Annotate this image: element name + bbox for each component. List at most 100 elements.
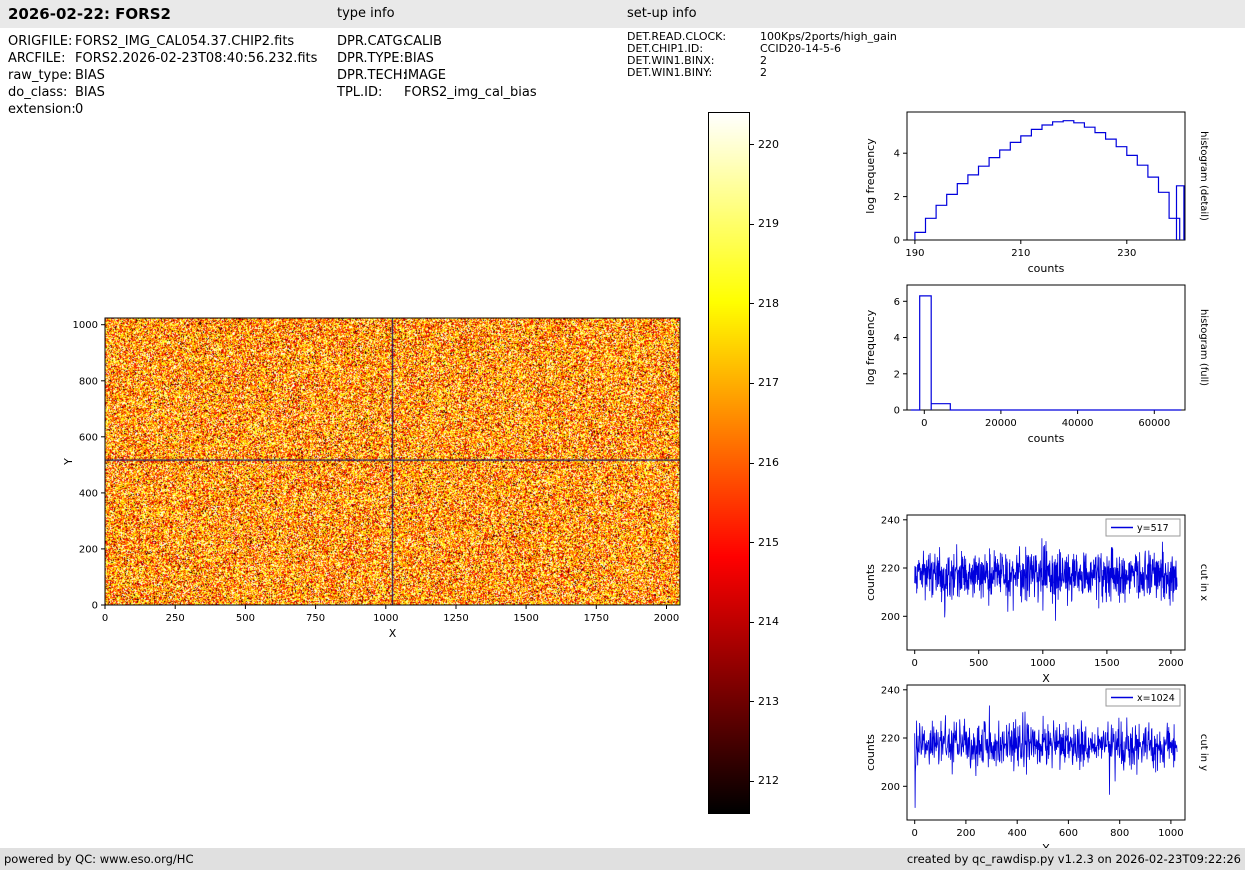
info-value: FORS2.2026-02-23T08:40:56.232.fits [75,51,318,66]
info-value: BIAS [75,85,105,100]
info-row: do_class: BIAS [8,84,317,101]
header-bar: 2026-02-22: FORS2 type info set-up info [0,0,1245,28]
info-row: DET.WIN1.BINY: 2 [627,67,897,79]
colorbar: 212 213 214 215 216 217 218 219 220 [708,112,798,817]
colorbar-tick [750,144,754,146]
y-tick-label: 2 [894,369,900,380]
x-tick-label: 20000 [985,418,1017,429]
colorbar-tick-label: 219 [758,217,779,231]
y-tick-label: 220 [881,734,900,745]
colorbar-tick-label: 217 [758,376,779,390]
side-axis-label: cut in y [1198,734,1209,771]
y-tick-label: 1000 [73,320,98,331]
colorbar-tick-label: 216 [758,456,779,469]
cut-in-x-plot: 0 500 1000 1500 2000 200 220 240 Xcounts cut in x… [862,505,1230,695]
colorbar-tick [750,780,754,782]
colorbar-tick [750,462,754,464]
info-label: DPR.TECH: [337,68,407,83]
setup-info-heading: set-up info [627,6,697,21]
y-tick-label: 220 [881,564,900,575]
histogram-full-series [910,295,1182,411]
cut-in-y-series [914,705,1178,808]
colorbar-tick [750,621,754,623]
x-axis-label: counts [1028,432,1065,445]
info-label: DPR.CATG: [337,34,407,49]
type-info-block: DPR.CATG:CALIB DPR.TYPE:BIAS DPR.TECH:IM… [337,33,537,101]
setup-info-block: DET.READ.CLOCK: 100Kps/2ports/high_gain D… [627,31,897,79]
y-tick-label: 240 [881,515,900,526]
x-axis-label: counts [1028,262,1065,275]
info-row: DPR.TYPE:BIAS [337,50,537,67]
colorbar-tick [750,223,754,225]
y-tick-label: 0 [894,236,900,247]
y-tick-label: 400 [79,488,98,499]
x-tick-label: 400 [1008,828,1027,839]
colorbar-tick [750,701,754,703]
colorbar-tick-label: 214 [758,615,779,629]
y-tick-label: 200 [881,612,900,623]
y-tick-label: 0 [894,406,900,417]
x-tick-label: 500 [969,658,988,669]
cut-in-y-plot: 02004006008001000200220240Ycountscut in … [862,675,1230,865]
x-tick-label: 1500 [513,613,538,624]
colorbar-tick [750,303,754,305]
info-row: ARCFILE: FORS2.2026-02-23T08:40:56.232.fi… [8,50,317,67]
cut-in-y-svg: 02004006008001000200220240Ycountscut in … [864,684,1209,855]
y-tick-label: 6 [894,297,900,308]
x-tick-label: 0 [912,828,918,839]
x-tick-label: 200 [956,828,975,839]
cut-in-x-series [914,538,1178,621]
info-value: FORS2_IMG_CAL054.37.CHIP2.fits [75,34,295,49]
info-label: ORIGFILE: [8,34,73,49]
info-label: DPR.TYPE: [337,51,404,66]
histogram-detail-series [914,120,1185,240]
type-info-heading: type info [337,6,395,21]
y-axis-label: counts [864,564,877,601]
y-tick-label: 0 [92,601,98,612]
file-info-block: ORIGFILE: FORS2_IMG_CAL054.37.CHIP2.fits … [8,33,317,118]
info-label: raw_type: [8,68,72,83]
x-tick-label: 60000 [1138,418,1170,429]
bias-image-svg: 0 250 500 750 1000 1250 1500 1750 2000 0 200 400 600… [62,317,681,640]
y-tick-label: 240 [881,685,900,696]
x-tick-label: 0 [912,658,918,669]
colorbar-tick-label: 212 [758,774,779,788]
info-label: TPL.ID: [337,85,383,100]
info-label: do_class: [8,85,68,100]
info-row: DPR.TECH:IMAGE [337,67,537,84]
footer-bar: powered by QC: www.eso.org/HC created by… [0,848,1245,870]
legend-label: x=1024 [1137,693,1175,704]
y-tick-label: 600 [79,432,98,443]
footer-left-text: powered by QC: www.eso.org/HC [4,852,194,866]
qc-report-page: 2026-02-22: FORS2 type info set-up info … [0,0,1245,870]
histogram-full-svg: 0 20000 40000 60000 0 2 4 6 counts log frequency h… [864,284,1209,445]
x-tick-label: 0 [102,613,108,624]
x-tick-label: 800 [1110,828,1129,839]
plot-frame [104,317,681,606]
info-row: extension:0 [8,101,317,118]
info-row: TPL.ID: FORS2_img_cal_bias [337,84,537,101]
x-tick-label: 1000 [373,613,398,624]
info-value: 0 [75,102,84,117]
info-label: ARCFILE: [8,51,66,66]
side-axis-label: cut in x [1198,564,1209,601]
info-row: raw_type: BIAS [8,67,317,84]
histogram-detail-svg: 190 210 230 0 2 4 counts log frequency histogram… [864,111,1209,275]
y-axis-label: counts [864,734,877,771]
y-axis-label: log frequency [864,138,877,214]
page-title: 2026-02-22: FORS2 [8,5,171,23]
bias-image-plot: 0 250 500 750 1000 1250 1500 1750 2000 0 200 400 600… [60,308,690,650]
y-axis-label: log frequency [864,309,877,385]
x-tick-label: 1000 [1030,658,1055,669]
y-tick-label: 200 [79,544,98,555]
histogram-detail-plot: 190 210 230 0 2 4 counts log frequency histogram… [862,102,1230,285]
x-axis-label: X [389,627,397,640]
x-tick-label: 40000 [1062,418,1094,429]
info-value: 2 [760,66,767,79]
info-row: ORIGFILE: FORS2_IMG_CAL054.37.CHIP2.fits [8,33,317,50]
footer-right-text: created by qc_rawdisp.py v1.2.3 on 2026-… [906,852,1241,866]
colorbar-tick [750,542,754,544]
info-value: BIAS [404,51,434,66]
x-tick-label: 1500 [1094,658,1119,669]
side-axis-label: histogram (full) [1198,309,1209,386]
